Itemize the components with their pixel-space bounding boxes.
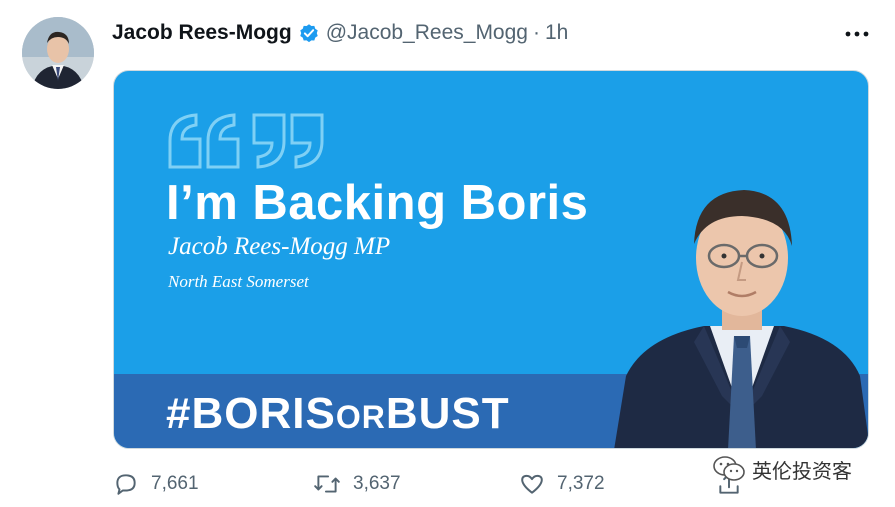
separator-dot: ·: [532, 21, 540, 44]
retweet-icon: [314, 475, 340, 493]
watermark-text: 英伦投资客: [752, 460, 852, 483]
tweet-media-card[interactable]: I’m Backing Boris Jacob Rees-Mogg MP Nor…: [113, 70, 869, 449]
card-constituency: North East Somerset: [168, 272, 309, 291]
wechat-icon: [713, 456, 745, 481]
card-hashtag: #BORISORBUST: [166, 389, 510, 439]
author-name[interactable]: Jacob Rees-Mogg: [112, 21, 292, 45]
tweet-header: Jacob Rees-Mogg @Jacob_Rees_Mogg · 1h: [112, 18, 568, 48]
hashtag-part-bust: BUST: [385, 389, 510, 438]
retweet-count: 3,637: [353, 473, 401, 494]
card-mp-name: Jacob Rees-Mogg MP: [168, 233, 391, 260]
watermark: 英伦投资客: [712, 454, 852, 484]
author-handle[interactable]: @Jacob_Rees_Mogg: [326, 21, 528, 45]
portrait-photo: [614, 166, 868, 448]
reply-button[interactable]: 7,661: [113, 466, 199, 502]
verified-badge-icon: [298, 22, 320, 44]
avatar[interactable]: [22, 17, 94, 89]
tweet-timestamp[interactable]: 1h: [545, 21, 568, 45]
hashtag-part-boris: #BORIS: [166, 389, 336, 438]
reply-count: 7,661: [151, 473, 199, 494]
like-button[interactable]: 7,372: [519, 466, 605, 502]
avatar-photo: [22, 17, 94, 89]
card-headline: I’m Backing Boris: [166, 176, 589, 230]
more-icon[interactable]: [840, 20, 874, 48]
like-count: 7,372: [557, 473, 605, 494]
hashtag-part-or: OR: [335, 399, 386, 435]
retweet-button[interactable]: 3,637: [313, 466, 401, 502]
like-icon: [521, 474, 543, 494]
quote-icon: [166, 111, 326, 176]
reply-icon: [116, 474, 136, 495]
